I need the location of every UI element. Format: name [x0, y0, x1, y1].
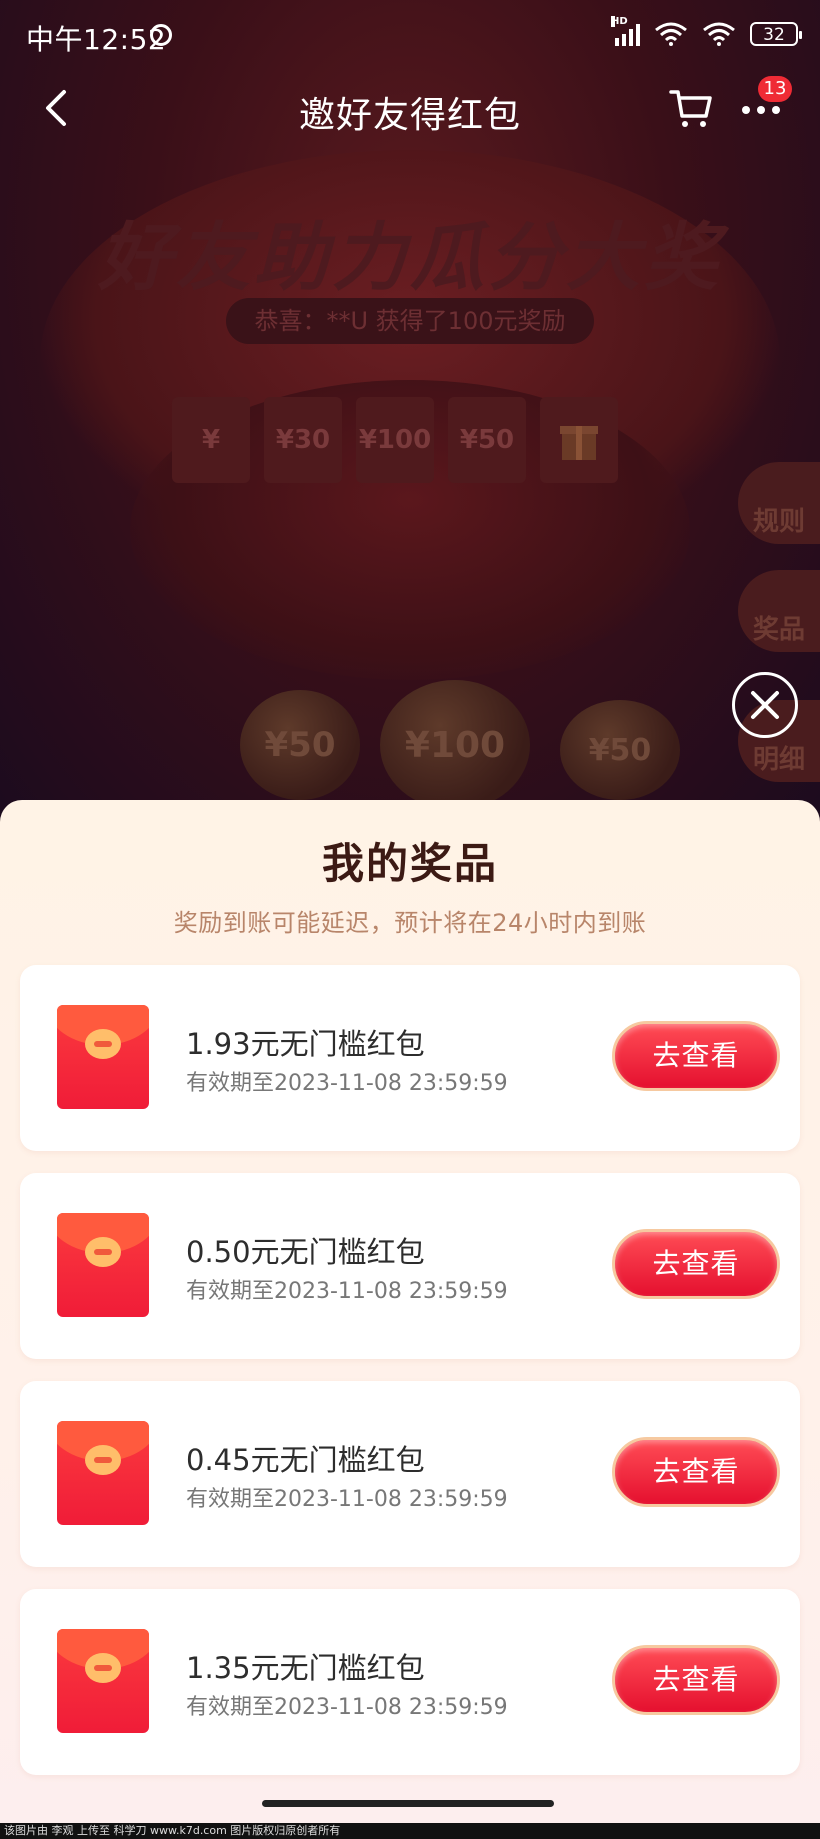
prize-name: 1.35元无门槛红包	[186, 1651, 425, 1685]
prize-card: ¥100	[356, 397, 434, 483]
prizes-side-button[interactable]: 奖品	[738, 570, 820, 652]
prize-expiry: 有效期至2023-11-08 23:59:59	[186, 1487, 508, 1512]
view-button[interactable]: 去查看	[612, 1645, 780, 1715]
close-icon[interactable]	[732, 672, 798, 738]
prize-card: ¥30	[264, 397, 342, 483]
prize-ball: ¥50	[240, 690, 360, 800]
status-bar: 中午12:52 HD 32	[0, 0, 820, 72]
prize-sheet: 我的奖品 奖励到账可能延迟，预计将在24小时内到账 1.93元无门槛红包 有效期…	[0, 800, 820, 1839]
prize-expiry: 有效期至2023-11-08 23:59:59	[186, 1071, 508, 1096]
red-envelope-icon	[57, 1213, 149, 1317]
view-button[interactable]: 去查看	[612, 1021, 780, 1091]
prize-card: ¥	[172, 397, 250, 483]
background-headline: 好友助力瓜分大奖	[98, 215, 722, 301]
prize-card-item: 0.45元无门槛红包 有效期至2023-11-08 23:59:59 去查看	[20, 1381, 800, 1567]
wifi-icon	[655, 22, 687, 46]
cart-icon[interactable]	[668, 86, 714, 130]
notification-badge: 13	[758, 76, 792, 102]
sheet-subtitle: 奖励到账可能延迟，预计将在24小时内到账	[173, 909, 647, 937]
prize-name: 0.50元无门槛红包	[186, 1235, 425, 1269]
battery-icon: 32	[750, 22, 802, 46]
prize-ball: ¥100	[380, 680, 530, 810]
red-envelope-icon	[57, 1629, 149, 1733]
red-envelope-icon	[57, 1005, 149, 1109]
status-time: 中午12:52	[26, 23, 167, 56]
prize-name: 1.93元无门槛红包	[186, 1027, 425, 1061]
prize-card: ¥50	[448, 397, 526, 483]
title-bar: 邀好友得红包 13	[0, 72, 820, 146]
prize-expiry: 有效期至2023-11-08 23:59:59	[186, 1695, 508, 1720]
view-button[interactable]: 去查看	[612, 1437, 780, 1507]
status-icons: HD 32	[611, 16, 802, 46]
home-indicator[interactable]	[262, 1800, 554, 1807]
watermark: 该图片由 李观 上传至 科学刀 www.k7d.com 图片版权归原创者所有	[0, 1823, 820, 1839]
winner-ticker: 恭喜：**U 获得了100元奖励	[226, 298, 594, 344]
prize-card-item: 1.35元无门槛红包 有效期至2023-11-08 23:59:59 去查看	[20, 1589, 800, 1775]
alarm-icon	[150, 24, 172, 46]
view-button[interactable]: 去查看	[612, 1229, 780, 1299]
sheet-title: 我的奖品	[321, 839, 498, 888]
signal-icon: HD	[611, 16, 640, 46]
red-envelope-icon	[57, 1421, 149, 1525]
rules-button[interactable]: 规则	[738, 462, 820, 544]
prize-card-item: 0.50元无门槛红包 有效期至2023-11-08 23:59:59 去查看	[20, 1173, 800, 1359]
gift-icon	[540, 397, 618, 483]
prize-ball: ¥50	[560, 700, 680, 800]
prize-card-item: 1.93元无门槛红包 有效期至2023-11-08 23:59:59 去查看	[20, 965, 800, 1151]
prize-strip: ¥ ¥30 ¥100 ¥50	[140, 390, 650, 490]
prize-expiry: 有效期至2023-11-08 23:59:59	[186, 1279, 508, 1304]
prize-name: 0.45元无门槛红包	[186, 1443, 425, 1477]
wifi-icon	[703, 22, 735, 46]
network-label: HD	[611, 16, 628, 27]
